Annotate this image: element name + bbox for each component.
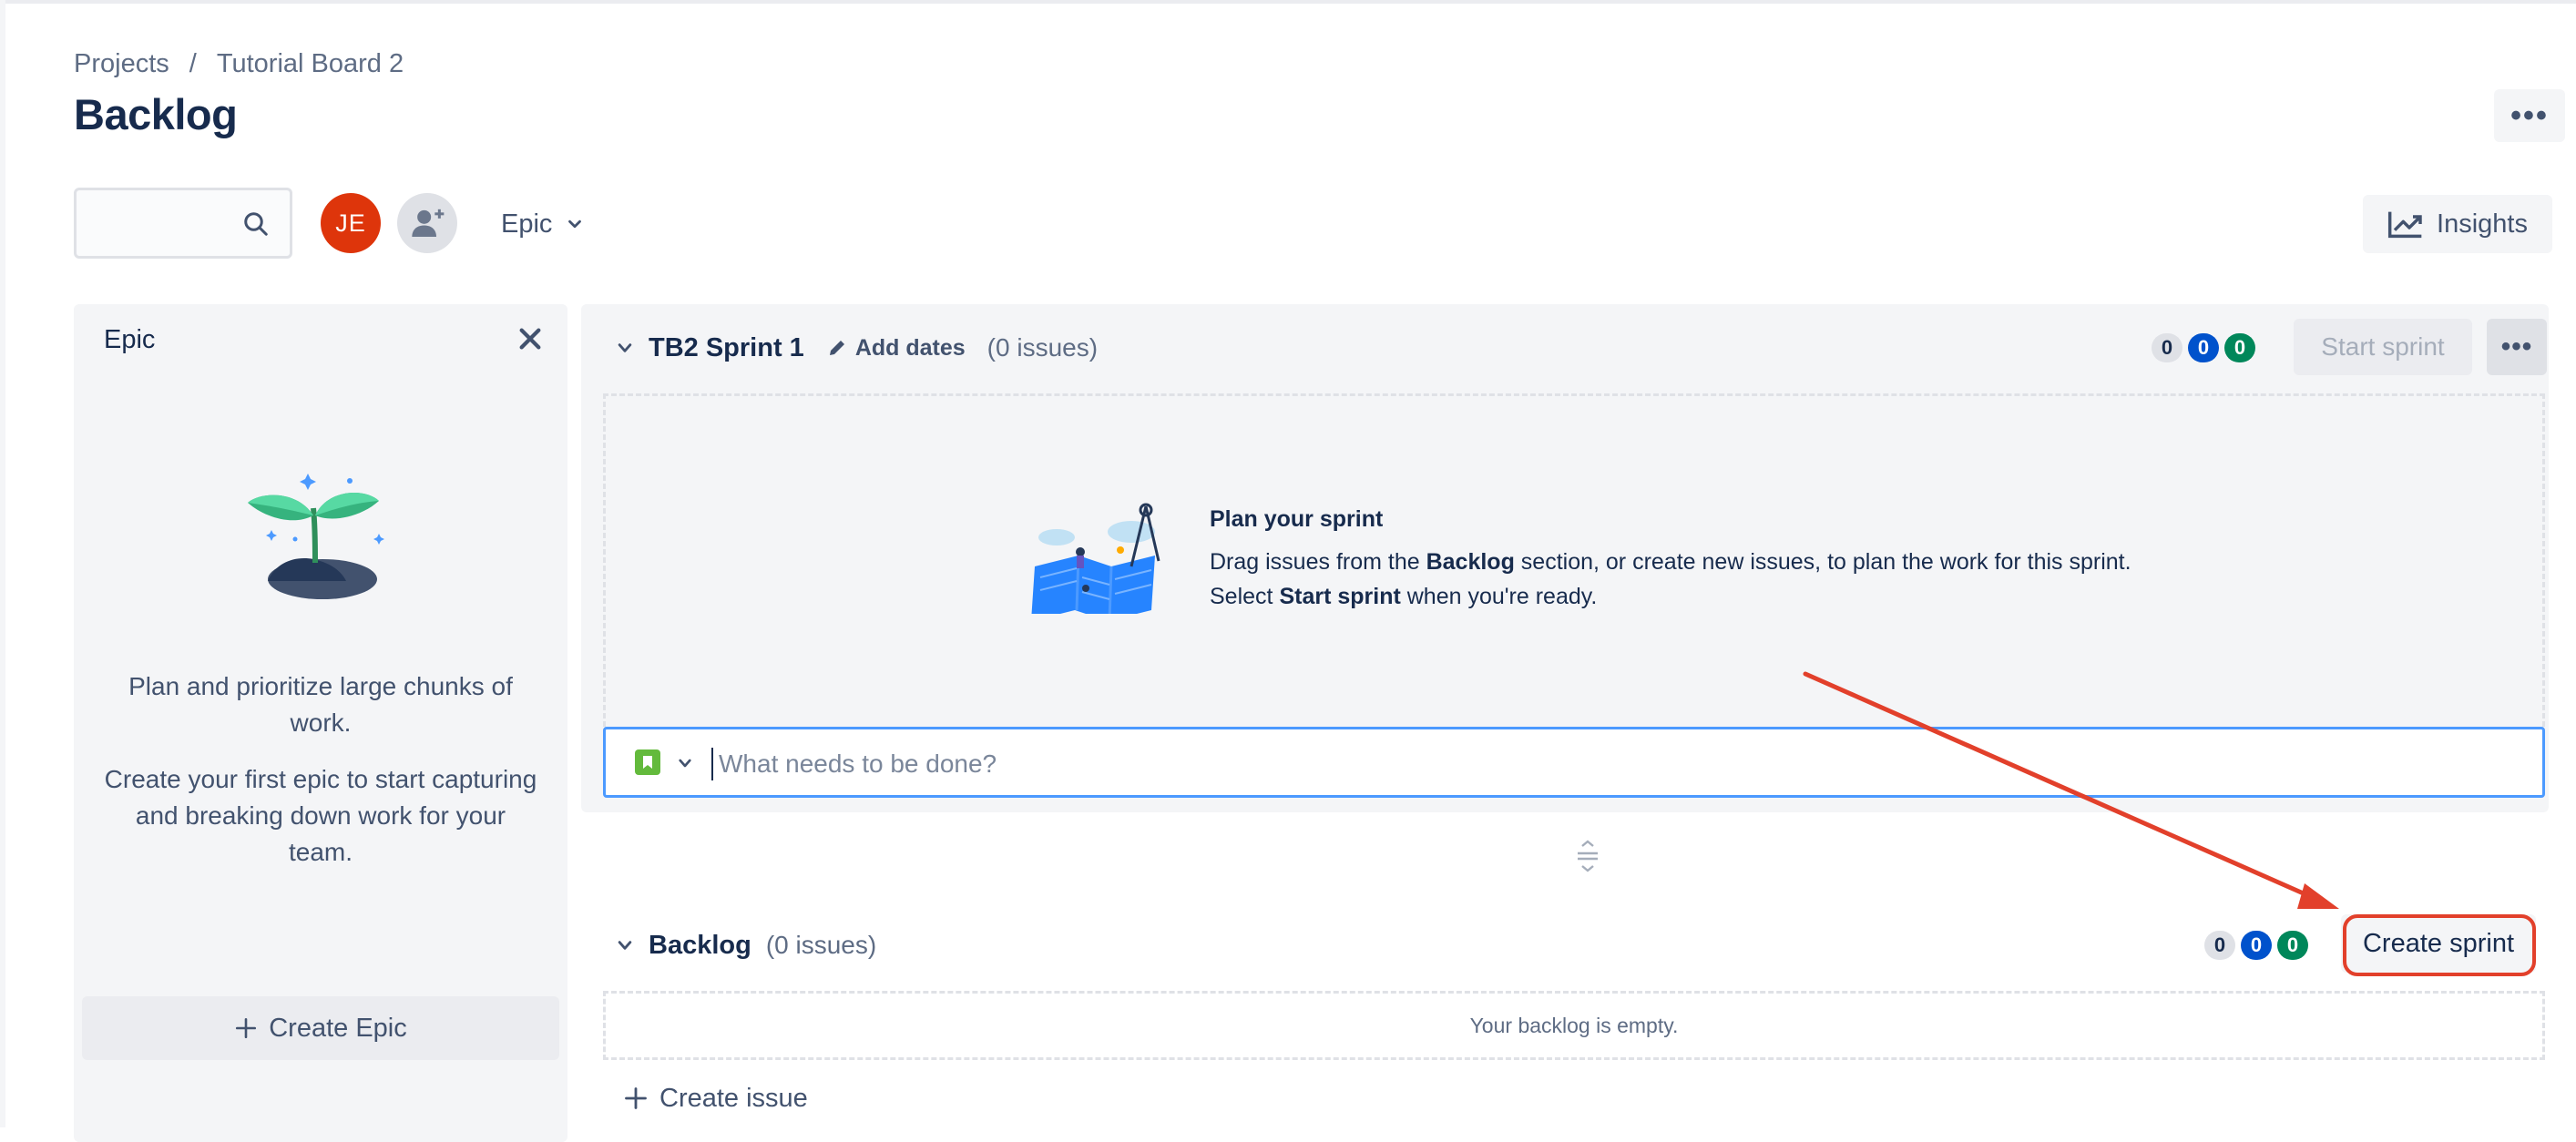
create-epic-button[interactable]: Create Epic [82, 996, 559, 1060]
top-divider [0, 0, 2576, 4]
breadcrumb-board-link[interactable]: Tutorial Board 2 [217, 49, 404, 79]
epic-description-1: Plan and prioritize large chunks of work… [128, 672, 513, 737]
add-people-button[interactable] [397, 193, 457, 253]
breadcrumb: Projects / Tutorial Board 2 [74, 47, 404, 80]
more-actions-button[interactable]: ••• [2494, 89, 2565, 142]
plan-text-part-1: Drag issues from the [1210, 549, 1426, 575]
avatar[interactable]: JE [321, 193, 381, 253]
plan-sprint-title: Plan your sprint [1210, 506, 1384, 532]
left-divider [0, 0, 5, 1127]
sprint-more-button[interactable]: ••• [2487, 319, 2547, 375]
create-epic-label: Create Epic [269, 1013, 407, 1043]
done-count-badge: 0 [2224, 333, 2255, 362]
epic-panel-title: Epic [104, 325, 156, 354]
plan-text-part-3: when you're ready. [1400, 584, 1598, 609]
pencil-icon [829, 341, 844, 355]
insights-button[interactable]: Insights [2363, 195, 2552, 253]
close-icon[interactable] [516, 324, 545, 353]
plus-icon [236, 1017, 257, 1039]
search-input[interactable] [74, 188, 292, 259]
map-illustration-icon [1031, 503, 1160, 614]
issue-type-story-icon[interactable] [635, 749, 660, 775]
add-dates-button[interactable]: Add dates [826, 335, 966, 362]
plan-text-bold-start-sprint: Start sprint [1279, 584, 1401, 609]
start-sprint-button[interactable]: Start sprint [2294, 319, 2472, 375]
bookmark-icon [643, 756, 652, 769]
chart-trend-icon [2387, 211, 2422, 239]
chevron-down-icon[interactable] [616, 339, 634, 357]
more-horizontal-icon: ••• [2500, 331, 2533, 362]
add-dates-label: Add dates [854, 334, 966, 361]
add-person-icon [412, 209, 445, 237]
epic-filter-label: Epic [501, 209, 553, 239]
sprint-name[interactable]: TB2 Sprint 1 [649, 333, 804, 363]
drag-resize-handle-icon[interactable] [1574, 840, 1601, 872]
create-issue-label: Create issue [659, 1083, 808, 1113]
sprint-issue-count: (0 issues) [986, 333, 1099, 362]
text-caret [711, 748, 713, 780]
backlog-header: Backlog (0 issues) [616, 925, 876, 965]
in-progress-count-badge: 0 [2241, 931, 2272, 960]
insights-label: Insights [2437, 209, 2528, 239]
sprint-status-counts: 0 0 0 [2152, 333, 2255, 362]
search-icon [244, 212, 268, 236]
create-issue-placeholder: What needs to be done? [719, 749, 997, 778]
chevron-down-icon[interactable] [677, 755, 693, 771]
backlog-empty-state: Your backlog is empty. [603, 991, 2545, 1060]
sprint-header: TB2 Sprint 1 Add dates (0 issues) [616, 328, 1098, 368]
backlog-status-counts: 0 0 0 [2204, 931, 2308, 960]
page-title: Backlog [74, 90, 238, 138]
avatar-initials: JE [335, 209, 366, 237]
in-progress-count-badge: 0 [2188, 333, 2219, 362]
epic-description-2: Create your first epic to start capturin… [104, 765, 537, 866]
backlog-title: Backlog [649, 930, 751, 960]
plan-text-bold-backlog: Backlog [1426, 549, 1515, 575]
annotation-highlight-ring [2343, 914, 2536, 976]
todo-count-badge: 0 [2152, 333, 2182, 362]
create-issue-button[interactable]: Create issue [623, 1078, 808, 1118]
chevron-down-icon[interactable] [616, 936, 634, 954]
plan-sprint-description: Drag issues from the Backlog section, or… [1210, 545, 2175, 614]
backlog-issue-count: (0 issues) [765, 931, 877, 959]
chevron-down-icon [568, 219, 582, 229]
create-issue-input[interactable]: What needs to be done? [603, 727, 2545, 798]
breadcrumb-projects-link[interactable]: Projects [74, 49, 169, 79]
seedling-illustration-icon [248, 474, 384, 599]
todo-count-badge: 0 [2204, 931, 2235, 960]
epic-filter-dropdown[interactable]: Epic [492, 199, 594, 250]
more-horizontal-icon: ••• [2510, 97, 2549, 133]
breadcrumb-separator: / [189, 48, 197, 78]
done-count-badge: 0 [2277, 931, 2308, 960]
plus-icon [625, 1087, 647, 1109]
